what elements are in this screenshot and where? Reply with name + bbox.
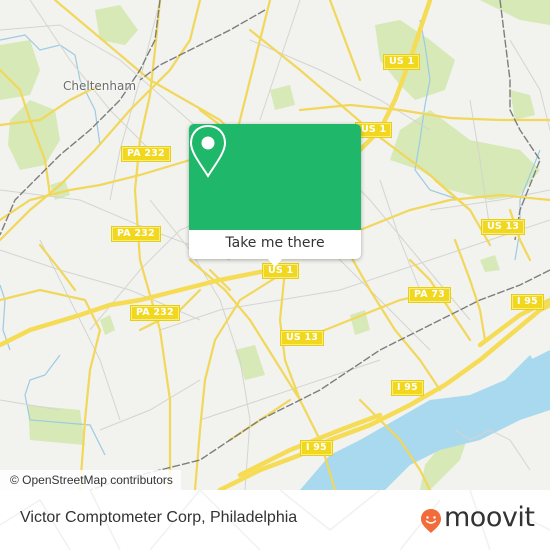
place-label-cheltenham: Cheltenham <box>63 79 137 93</box>
popup-header <box>189 124 361 230</box>
road-shield-pa232: PA 232 <box>131 306 179 320</box>
map-pin-icon <box>189 124 227 178</box>
road-shield-us1: US 1 <box>356 123 392 137</box>
take-me-there-button[interactable]: Take me there <box>189 230 361 259</box>
moovit-pin-icon <box>421 509 441 533</box>
road-shield-i95: I 95 <box>392 381 423 395</box>
location-popup: Take me there <box>189 124 361 267</box>
popup-pointer <box>267 258 283 267</box>
footer: Victor Comptometer Corp, Philadelphia mo… <box>0 490 550 550</box>
moovit-logo[interactable]: moovit <box>420 502 535 534</box>
road-shield-pa232: PA 232 <box>122 147 170 161</box>
road-shield-us13: US 13 <box>281 331 324 345</box>
road-shield-us1: US 1 <box>384 55 420 69</box>
road-shield-pa73: PA 73 <box>409 288 450 302</box>
road-shield-pa232: PA 232 <box>112 227 160 241</box>
map[interactable]: Cheltenham US 1 US 1 US 1 PA 232 PA 232 … <box>0 0 550 490</box>
road-shield-i95: I 95 <box>512 295 543 309</box>
map-attribution[interactable]: © OpenStreetMap contributors <box>0 470 181 490</box>
moovit-wordmark: moovit <box>444 502 535 533</box>
road-shield-us13: US 13 <box>482 220 525 234</box>
location-title: Victor Comptometer Corp, Philadelphia <box>20 509 298 526</box>
road-shield-i95: I 95 <box>301 441 332 455</box>
